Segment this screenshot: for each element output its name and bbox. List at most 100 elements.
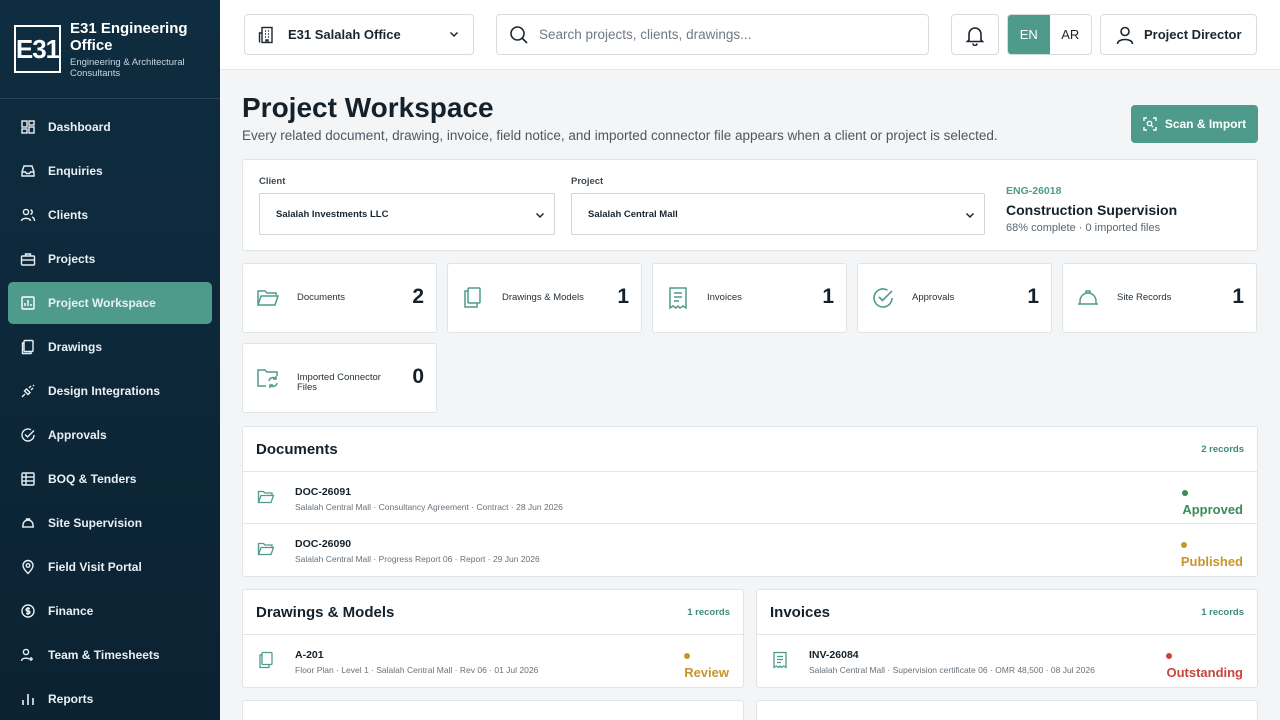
sidebar-item-dashboard[interactable]: Dashboard [8,106,212,148]
client-select[interactable]: Salalah Investments LLC [259,193,555,235]
check-circle-icon [20,427,36,443]
scan-import-label: Scan & Import [1164,117,1247,131]
approvals-panel [242,700,744,720]
documents-panel: Documents 2 records DOC-26091 Salalah Ce… [242,426,1258,577]
brand-logo[interactable]: E31 [14,25,61,73]
sidebar-item-label: Finance [48,604,94,618]
sidebar-item-drawings[interactable]: Drawings [8,326,212,368]
team-icon [20,647,36,663]
user-menu[interactable]: Project Director [1100,14,1257,55]
record-count: 1 records [1201,606,1244,618]
sidebar-item-approvals[interactable]: Approvals [8,414,212,456]
sidebar-item-finance[interactable]: Finance [8,590,212,632]
stat-card-drawings[interactable]: Drawings & Models 1 [447,263,642,333]
table-row[interactable]: A-201 Floor Plan · Level 1 · Salalah Cen… [243,635,743,687]
panel-title: Invoices [770,603,831,621]
stat-value: 0 [412,365,424,388]
search-box[interactable] [496,14,929,55]
language-toggle: EN AR [1007,14,1092,55]
search-icon [510,25,528,44]
stat-value: 1 [1027,285,1039,308]
project-select[interactable]: Salalah Central Mall [571,193,985,235]
drawings-icon [464,287,481,308]
building-icon [258,26,273,43]
office-label: E31 Salalah Office [288,27,401,42]
sidebar-item-clients[interactable]: Clients [8,194,212,236]
sidebar-item-field-visit-portal[interactable]: Field Visit Portal [8,546,212,588]
status-label: Review [684,665,729,680]
scan-icon [1143,117,1157,131]
sidebar-nav: Dashboard Enquiries Clients Projects Pro… [0,99,220,720]
sidebar-item-label: Team & Timesheets [48,648,160,662]
notifications-button[interactable] [951,14,999,55]
sidebar-item-label: Projects [48,252,96,266]
bar-chart-icon [20,691,36,707]
sidebar-item-label: Dashboard [48,120,111,134]
sidebar-item-boq-tenders[interactable]: BOQ & Tenders [8,458,212,500]
map-pin-icon [20,559,36,575]
sidebar-item-project-workspace[interactable]: Project Workspace [8,282,212,324]
record-id: A-201 [295,649,324,661]
stat-card-imported-files[interactable]: Imported Connector Files 0 [242,343,437,413]
sidebar-item-enquiries[interactable]: Enquiries [8,150,212,192]
stat-value: 1 [617,285,629,308]
sidebar-item-label: Approvals [48,428,107,442]
scan-import-button[interactable]: Scan & Import [1131,105,1258,143]
dashboard-icon [20,119,36,135]
sidebar-item-team-timesheets[interactable]: Team & Timesheets [8,634,212,676]
record-meta: Salalah Central Mall · Supervision certi… [809,665,1095,675]
inbox-icon [20,163,36,179]
panel-title: Drawings & Models [256,603,395,621]
sidebar-item-label: Reports [48,692,94,706]
sidebar-item-site-supervision[interactable]: Site Supervision [8,502,212,544]
sidebar-item-projects[interactable]: Projects [8,238,212,280]
page-title: Project Workspace [242,92,494,123]
hardhat-icon [1078,290,1098,305]
status-label: Outstanding [1166,665,1243,680]
stat-card-documents[interactable]: Documents 2 [242,263,437,333]
sidebar-item-reports[interactable]: Reports [8,678,212,720]
project-code[interactable]: ENG-26018 [1006,185,1061,197]
sidebar-item-label: Clients [48,208,89,222]
table-row[interactable]: INV-26084 Salalah Central Mall · Supervi… [757,635,1257,687]
stat-card-invoices[interactable]: Invoices 1 [652,263,847,333]
user-name: Project Director [1144,27,1242,42]
status-label: Approved [1182,502,1243,517]
office-selector[interactable]: E31 Salalah Office [244,14,474,55]
stat-card-approvals[interactable]: Approvals 1 [857,263,1052,333]
status-dot [1166,653,1173,659]
lang-en-button[interactable]: EN [1008,15,1050,54]
stat-card-site-records[interactable]: Site Records 1 [1062,263,1257,333]
search-input[interactable] [539,27,899,42]
finance-icon [20,603,36,619]
sidebar-item-label: Enquiries [48,164,103,178]
status-dot [1182,490,1189,496]
sidebar-item-label: Design Integrations [48,384,161,398]
sidebar-item-label: Site Supervision [48,516,143,530]
record-meta: Salalah Central Mall · Progress Report 0… [295,554,540,564]
record-meta: Salalah Central Mall · Consultancy Agree… [295,502,563,512]
project-meta: 68% complete · 0 imported files [1006,222,1161,234]
status-dot [684,653,691,659]
chevron-down-icon [535,212,545,219]
status-badge: Approved [1182,490,1243,517]
folder-icon [257,490,275,504]
sidebar-item-label: BOQ & Tenders [48,472,137,486]
check-circle-icon [873,288,893,308]
chevron-down-icon [965,212,975,219]
sidebar-item-design-integrations[interactable]: Design Integrations [8,370,212,412]
table-row[interactable]: DOC-26090 Salalah Central Mall · Progres… [243,524,1257,576]
lang-ar-button[interactable]: AR [1050,15,1092,54]
chevron-down-icon [449,31,459,38]
drawings-icon [259,651,273,669]
topbar: E31 Salalah Office EN AR Project Directo… [220,0,1280,70]
briefcase-icon [20,251,36,267]
folder-icon [256,290,280,306]
stat-value: 2 [412,285,424,308]
user-icon [1116,26,1134,44]
status-dot [1180,542,1187,548]
status-badge: Outstanding [1166,653,1243,680]
table-row[interactable]: DOC-26091 Salalah Central Mall · Consult… [243,472,1257,524]
receipt-icon [669,287,687,310]
sidebar-item-label: Project Workspace [48,296,156,310]
